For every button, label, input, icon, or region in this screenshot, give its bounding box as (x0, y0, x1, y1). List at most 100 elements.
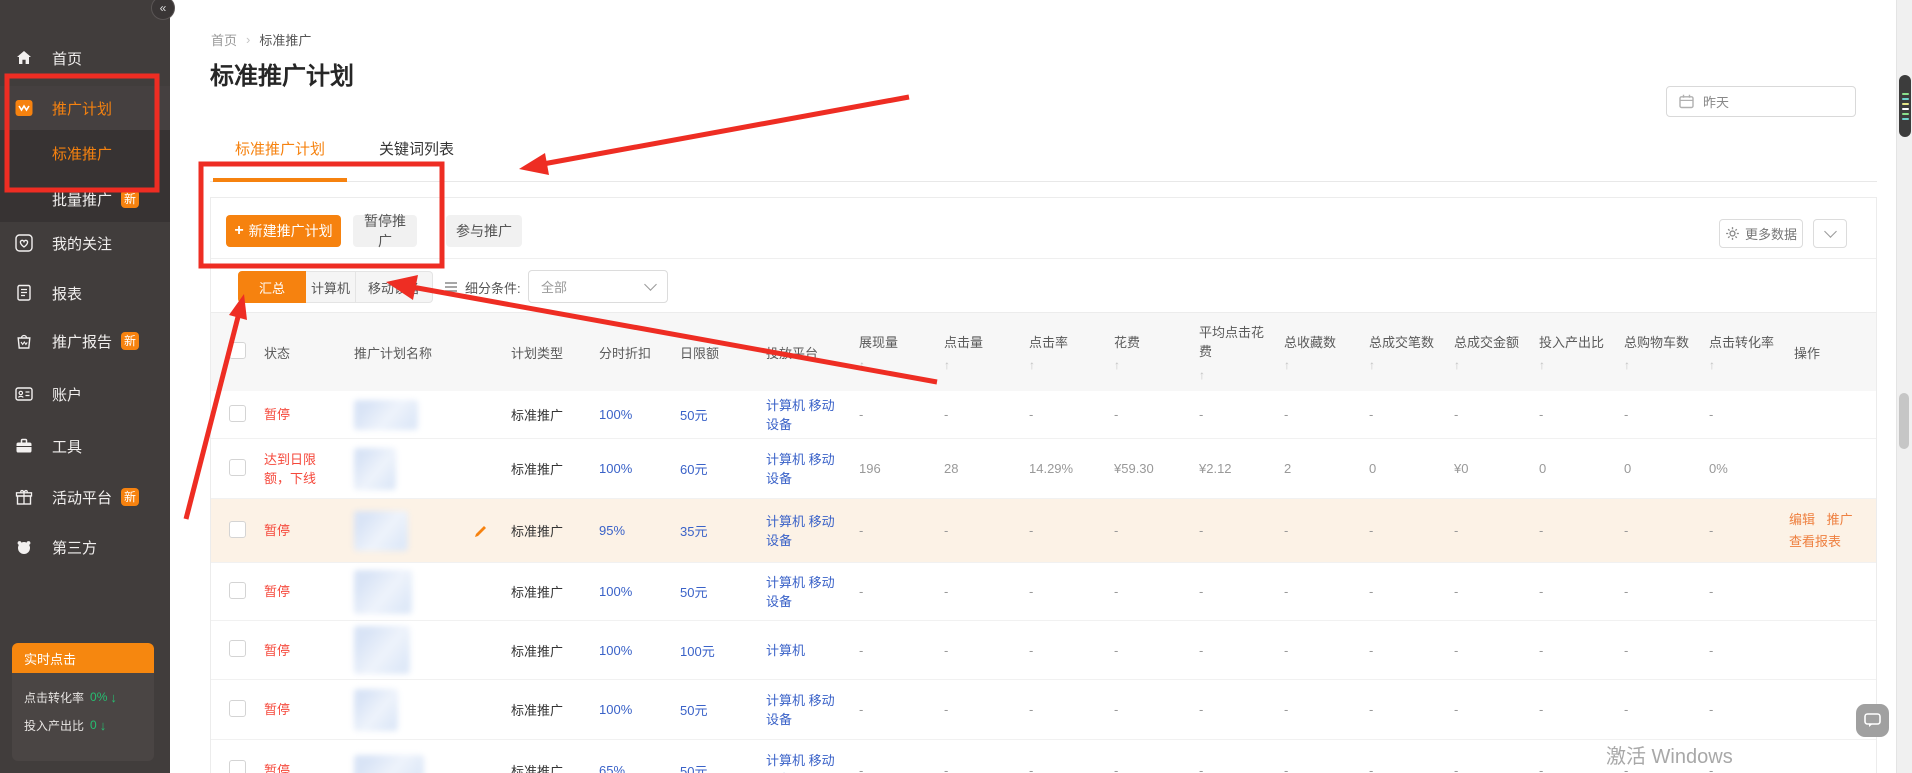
metric-value: - (1271, 643, 1356, 658)
row-checkbox[interactable] (229, 700, 246, 717)
sidebar-collapse-button[interactable]: « (151, 0, 175, 20)
platform-link[interactable]: 计算机 移动设备 (766, 751, 842, 773)
platform-link[interactable]: 计算机 移动设备 (766, 573, 842, 611)
sidebar-item-promo-report[interactable]: 推广报告 新 (0, 321, 170, 361)
campaign-name-redacted[interactable] (354, 755, 424, 773)
time-discount-link[interactable]: 100% (599, 584, 632, 599)
pause-promotion-button[interactable]: 暂停推广 (353, 215, 417, 247)
tab-standard-campaigns[interactable]: 标准推广计划 (213, 138, 347, 182)
time-discount-link[interactable]: 65% (599, 763, 625, 773)
sort-up-icon: ↑ (1284, 358, 1356, 372)
col-campaign-name[interactable]: 推广计划名称 (341, 343, 498, 362)
col-favorites[interactable]: 总收藏数↑ (1271, 332, 1356, 372)
row-checkbox[interactable] (229, 582, 246, 599)
platform-link[interactable]: 计算机 (766, 641, 842, 660)
time-discount-link[interactable]: 100% (599, 407, 632, 422)
col-orders[interactable]: 总成交笔数↑ (1356, 332, 1441, 372)
sidebar-item-standard-promo[interactable]: 标准推广 (0, 130, 170, 176)
report-icon (15, 284, 33, 302)
status-badge: 暂停 (264, 700, 326, 719)
row-checkbox[interactable] (229, 459, 246, 476)
col-cvr[interactable]: 点击转化率↑ (1696, 332, 1781, 372)
metric-value: - (1356, 702, 1441, 717)
action-view-report[interactable]: 查看报表 (1789, 531, 1877, 553)
campaign-name-redacted[interactable] (354, 689, 398, 731)
daily-limit-link[interactable]: 35元 (680, 524, 707, 539)
platform-link[interactable]: 计算机 移动设备 (766, 450, 842, 488)
sidebar-item-campaigns[interactable]: 推广计划 (0, 86, 170, 130)
widget-metric-ctr: 点击转化率 0% ↓ (24, 683, 154, 711)
sidebar-item-activity-platform[interactable]: 活动平台 新 (0, 477, 170, 517)
daily-limit-link[interactable]: 100元 (680, 644, 715, 659)
sidebar-item-batch-promo[interactable]: 批量推广 新 (0, 176, 170, 222)
sidebar-item-account[interactable]: 账户 (0, 374, 170, 414)
time-discount-link[interactable]: 95% (599, 523, 625, 538)
row-checkbox[interactable] (229, 760, 246, 773)
segment-all[interactable]: 汇总 (238, 271, 306, 303)
daily-limit-link[interactable]: 50元 (680, 703, 707, 718)
feedback-button[interactable] (1856, 704, 1889, 737)
tab-keyword-list[interactable]: 关键词列表 (373, 138, 460, 178)
col-time-discount[interactable]: 分时折扣 (586, 343, 667, 362)
col-cost[interactable]: 花费↑ (1101, 332, 1186, 372)
daily-limit-link[interactable]: 60元 (680, 462, 707, 477)
more-data-button[interactable]: 更多数据 (1719, 219, 1803, 248)
col-impressions[interactable]: 展现量↑ (846, 332, 931, 372)
platform-link[interactable]: 计算机 移动设备 (766, 396, 842, 434)
col-gmv[interactable]: 总成交金额↑ (1441, 332, 1526, 372)
segment-mobile[interactable]: 移动设备 (356, 271, 433, 303)
time-discount-link[interactable]: 100% (599, 702, 632, 717)
col-plan-type[interactable]: 计划类型 (498, 343, 586, 362)
action-edit-promote[interactable]: 编辑 推广 (1789, 509, 1877, 531)
campaign-icon (15, 99, 33, 117)
metric-value: - (1696, 407, 1776, 422)
col-daily-limit[interactable]: 日限额 (667, 343, 753, 362)
page-title: 标准推广计划 (210, 56, 354, 91)
row-checkbox[interactable] (229, 640, 246, 657)
row-checkbox[interactable] (229, 405, 246, 422)
time-discount-link[interactable]: 100% (599, 643, 632, 658)
metric-value: - (1526, 763, 1611, 773)
scrollbar-thumb[interactable] (1899, 393, 1909, 449)
join-promotion-button[interactable]: 参与推广 (446, 215, 522, 247)
campaign-name-redacted[interactable] (354, 511, 408, 551)
metric-value: - (1186, 523, 1271, 538)
sidebar-item-favorites[interactable]: 我的关注 (0, 223, 170, 263)
col-platform[interactable]: 投放平台 (753, 343, 846, 362)
time-discount-link[interactable]: 100% (599, 461, 632, 476)
col-carts[interactable]: 总购物车数↑ (1611, 332, 1696, 372)
new-campaign-button[interactable]: + 新建推广计划 (226, 215, 341, 247)
campaign-name-redacted[interactable] (354, 626, 410, 674)
filter-condition-select[interactable]: 全部 (528, 270, 668, 303)
sidebar-item-home[interactable]: 首页 (0, 38, 170, 78)
sidebar-item-reports[interactable]: 报表 (0, 273, 170, 313)
metric-value: - (1271, 523, 1356, 538)
metric-value: - (1101, 763, 1186, 773)
daily-limit-link[interactable]: 50元 (680, 408, 707, 423)
platform-link[interactable]: 计算机 移动设备 (766, 512, 842, 550)
more-options-button[interactable] (1813, 219, 1847, 248)
select-all-checkbox[interactable] (229, 342, 246, 359)
campaign-name-redacted[interactable] (354, 400, 418, 430)
campaign-name-redacted[interactable] (354, 448, 396, 490)
segment-pc[interactable]: 计算机 (306, 271, 356, 303)
daily-limit-link[interactable]: 50元 (680, 764, 707, 773)
platform-link[interactable]: 计算机 移动设备 (766, 691, 842, 729)
sidebar-item-third-party[interactable]: 第三方 (0, 527, 170, 567)
col-clicks[interactable]: 点击量↑ (931, 332, 1016, 372)
col-status[interactable]: 状态 (251, 343, 341, 362)
daily-limit-link[interactable]: 50元 (680, 585, 707, 600)
sidebar-item-tools[interactable]: 工具 (0, 426, 170, 466)
breadcrumb-home[interactable]: 首页 (211, 30, 237, 49)
status-badge: 暂停 (264, 761, 326, 773)
col-avg-cpc[interactable]: 平均点击花费↑ (1186, 323, 1271, 382)
edit-pencil-icon[interactable] (474, 524, 488, 541)
col-ctr[interactable]: 点击率↑ (1016, 332, 1101, 372)
campaign-name-redacted[interactable] (354, 570, 412, 614)
metric-value: - (1186, 407, 1271, 422)
col-roi[interactable]: 投入产出比↑ (1526, 332, 1611, 372)
row-checkbox[interactable] (229, 521, 246, 538)
metric-value: ¥59.30 (1101, 461, 1186, 476)
date-range-picker[interactable]: 昨天 (1666, 86, 1856, 117)
sort-up-icon: ↑ (1709, 358, 1781, 372)
